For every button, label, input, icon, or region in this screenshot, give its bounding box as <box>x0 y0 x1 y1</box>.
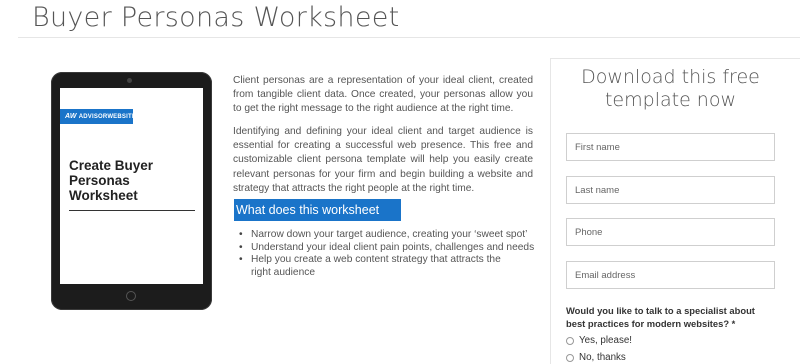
list-item: Narrow down your target audience, creati… <box>238 229 538 242</box>
form-heading: Download this free template now <box>581 66 760 111</box>
radio-button[interactable] <box>566 336 574 345</box>
specialist-question: Would you like to talk to a specialist a… <box>566 305 755 329</box>
page-title: Buyer Personas Worksheet <box>32 2 400 33</box>
first-name-field[interactable] <box>566 133 775 161</box>
worksheet-cover: AW ADVISORWEBSITES™ Create Buyer Persona… <box>60 88 203 284</box>
description-paragraph: Identifying and defining your ideal clie… <box>233 126 533 194</box>
list-item: Help you create a web content strategy t… <box>238 254 513 279</box>
radio-button[interactable] <box>566 353 574 362</box>
worksheet-benefits-heading: What does this worksheet do? <box>234 199 401 239</box>
radio-option-yes[interactable]: Yes, please! <box>566 335 632 346</box>
logo-text: ADVISORWEBSITES™ <box>78 113 147 120</box>
tablet-mockup: AW ADVISORWEBSITES™ Create Buyer Persona… <box>51 72 212 310</box>
tablet-camera <box>127 78 132 83</box>
cover-title: Create Buyer Personas Worksheet <box>69 158 154 203</box>
logo-mark: AW <box>65 113 77 120</box>
list-item: Understand your ideal client pain points… <box>238 242 538 255</box>
phone-field[interactable] <box>566 218 775 246</box>
tablet-home-button <box>126 291 136 301</box>
email-field[interactable] <box>566 261 775 289</box>
advisor-websites-logo: AW ADVISORWEBSITES™ <box>60 109 146 124</box>
last-name-field[interactable] <box>566 176 775 204</box>
radio-label: Yes, please! <box>579 335 633 346</box>
intro-paragraph: Client personas are a representation of … <box>233 75 533 115</box>
radio-label: No, thanks <box>579 352 626 363</box>
cover-divider <box>69 210 195 211</box>
title-divider <box>18 37 800 38</box>
radio-option-no[interactable]: No, thanks <box>566 352 626 363</box>
benefits-list: Narrow down your target audience, creati… <box>238 229 538 279</box>
